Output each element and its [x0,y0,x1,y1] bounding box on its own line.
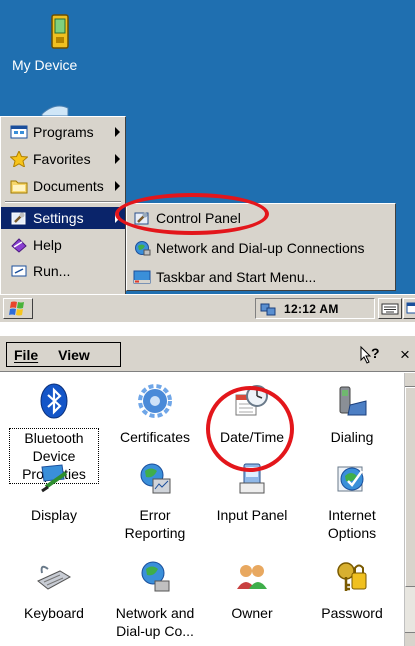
cp-item-label: Dialing [330,429,374,445]
cp-item-internet-options[interactable]: Internet Options [306,461,398,542]
start-menu-item-programs[interactable]: Programs [1,121,126,143]
taskbar-icon [133,270,151,284]
clock[interactable]: 12:12 AM [284,302,339,316]
start-menu-label: Favorites [33,151,91,167]
vertical-scrollbar[interactable] [404,373,415,646]
submenu-label: Network and Dial-up Connections [156,240,365,256]
run-icon [11,265,27,277]
start-menu-separator [5,201,121,203]
date-time-icon [235,385,268,416]
start-menu-label: Help [33,237,62,253]
cp-item-certificates[interactable]: Certificates [109,383,201,446]
owner-icon [237,565,267,589]
submenu-arrow-icon [115,213,120,223]
dialing-phone-icon [339,386,367,416]
submenu-item-network[interactable]: Network and Dial-up Connections [127,236,395,260]
submenu-arrow-icon [115,127,120,137]
control-panel-toolbar: File View ? × [0,336,415,372]
control-panel-screenshot: File View ? × Bluetooth Device Propertie… [0,336,415,646]
my-device-label: My Device [12,57,78,73]
cp-item-keyboard[interactable]: Keyboard [8,559,100,622]
password-icon [337,562,367,591]
network-icon [141,561,170,592]
control-panel-items: Bluetooth Device Properties Certificates… [0,373,404,646]
cp-item-password[interactable]: Password [306,559,398,622]
cp-item-label: Keyboard [24,605,84,621]
cp-item-error-reporting[interactable]: Error Reporting [109,461,201,542]
desktop-icon [406,302,415,314]
settings-icon [11,212,26,225]
menu-view[interactable]: View [58,347,90,363]
bluetooth-icon [40,383,68,419]
network-connection-icon[interactable] [260,302,276,316]
submenu-item-control-panel[interactable]: Control Panel [127,206,395,230]
my-device-desktop-icon[interactable]: My Device [12,14,102,73]
cp-item-label: Password [321,605,383,621]
start-menu-item-documents[interactable]: Documents [1,175,126,197]
error-reporting-icon [140,463,171,494]
pocket-device-icon [51,14,69,49]
favorites-star-icon [10,151,28,167]
cp-item-display[interactable]: Display [8,461,100,524]
recycle-bin-icon[interactable] [40,102,70,116]
taskbar: 12:12 AM [0,294,415,322]
keyboard-icon [381,303,399,315]
system-tray: 12:12 AM [255,298,375,319]
internet-options-icon [337,466,364,492]
programs-icon [10,125,28,139]
submenu-label: Control Panel [156,210,241,226]
submenu-label: Taskbar and Start Menu... [156,269,317,285]
cp-item-label: Network and Dial-up Co... [115,605,195,639]
start-menu: Programs Favorites Documents Settings He… [0,116,126,294]
submenu-item-taskbar[interactable]: Taskbar and Start Menu... [127,265,395,289]
whats-this-help-button[interactable]: ? [358,344,382,366]
start-menu-label: Settings [33,210,84,226]
desktop-screenshot: My Device Programs Favorites Documents S… [0,0,415,322]
menu-file[interactable]: File [14,347,38,363]
display-icon [41,464,68,493]
scroll-up-button[interactable] [405,373,415,387]
certificates-icon [138,384,172,418]
cp-item-dialing[interactable]: Dialing [306,383,398,446]
submenu-arrow-icon [115,154,120,164]
start-menu-item-help[interactable]: Help [1,234,126,256]
help-question-mark: ? [371,345,380,361]
start-menu-label: Documents [33,178,104,194]
cp-item-label: Error Reporting [124,507,186,541]
show-desktop-button[interactable] [403,298,415,319]
start-menu-item-run[interactable]: Run... [1,260,126,282]
cp-item-date-time[interactable]: Date/Time [206,383,298,446]
control-panel-icon [134,212,149,225]
input-panel-icon [239,463,265,494]
help-icon [11,238,27,253]
settings-submenu: Control Panel Network and Dial-up Connec… [126,203,396,291]
start-menu-label: Programs [33,124,94,140]
cp-item-label: Input Panel [216,507,288,523]
input-panel-button[interactable] [378,298,402,319]
start-menu-item-favorites[interactable]: Favorites [1,148,126,170]
cp-item-label: Internet Options [327,507,377,541]
cp-item-label: Certificates [119,429,191,445]
documents-folder-icon [10,180,28,194]
arrow-question-icon: ? [360,345,380,364]
scroll-down-button[interactable] [405,632,415,646]
start-menu-item-settings[interactable]: Settings [1,207,126,229]
scroll-thumb[interactable] [405,387,415,587]
start-menu-label: Run... [33,263,71,279]
submenu-arrow-icon [115,181,120,191]
close-button[interactable]: × [396,344,414,366]
cp-item-owner[interactable]: Owner [206,559,298,622]
cp-item-network[interactable]: Network and Dial-up Co... [109,559,201,640]
start-button[interactable] [3,298,33,319]
menu-bar: File View [6,342,121,367]
windows-flag-icon [9,301,24,316]
network-globe-icon [135,241,151,256]
cp-item-input-panel[interactable]: Input Panel [206,461,298,524]
keyboard-icon [37,565,72,590]
cp-item-label: Owner [231,605,273,621]
cp-item-label: Date/Time [219,429,285,445]
cp-item-label: Display [31,507,77,523]
